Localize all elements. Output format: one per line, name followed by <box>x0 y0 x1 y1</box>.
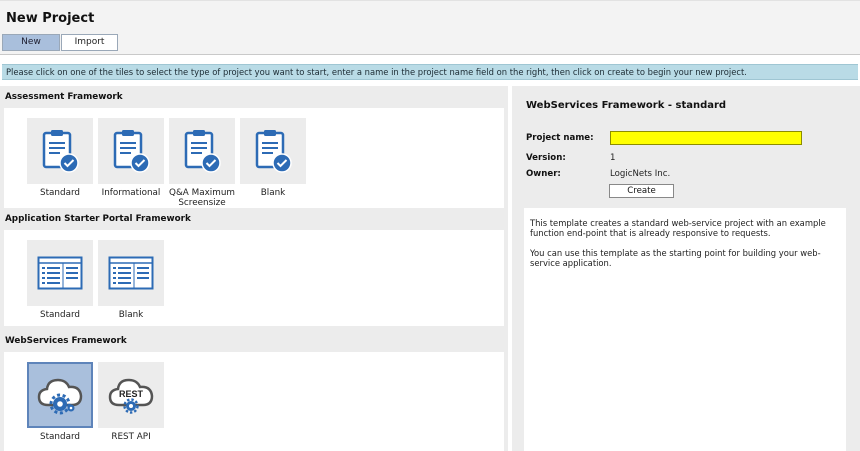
description-paragraph: You can use this template as the startin… <box>530 248 821 268</box>
section-webservices: Standard REST REST API <box>4 352 504 451</box>
tile-webservices-rest-api[interactable]: REST <box>98 362 164 428</box>
section-title-webservices: WebServices Framework <box>5 336 127 346</box>
clipboard-check-icon <box>42 130 79 173</box>
tile-label: Standard <box>39 310 81 320</box>
create-button[interactable]: Create <box>609 184 674 198</box>
section-title-portal: Application Starter Portal Framework <box>5 214 191 224</box>
owner-label: Owner: <box>526 169 561 179</box>
tile-assessment-informational[interactable] <box>98 118 164 184</box>
page-title: New Project <box>6 11 95 26</box>
details-panel: WebServices Framework - standard Project… <box>512 86 860 451</box>
version-value: 1 <box>610 153 616 163</box>
cloud-gear-icon <box>37 378 83 415</box>
project-name-label: Project name: <box>526 133 594 143</box>
tile-label: Blank <box>118 310 144 320</box>
clipboard-check-icon <box>184 130 221 173</box>
description-paragraph: This template creates a standard web-ser… <box>530 218 826 238</box>
section-portal: Standard Blank <box>4 230 504 326</box>
tile-label: Standard <box>39 188 81 198</box>
owner-value: LogicNets Inc. <box>610 169 671 179</box>
portal-layout-icon <box>108 256 154 290</box>
tab-new[interactable]: New <box>2 34 60 51</box>
tile-label: Q&A Maximum Screensize <box>169 188 235 208</box>
tile-assessment-qa-maximum[interactable] <box>169 118 235 184</box>
section-assessment: Standard Informational Q&A Maximum Scree… <box>4 108 504 208</box>
tile-label: REST API <box>111 432 151 442</box>
version-label: Version: <box>526 153 566 163</box>
template-description: This template creates a standard web-ser… <box>524 208 846 451</box>
template-panel: Assessment Framework Standard Informatio… <box>0 86 508 451</box>
tile-webservices-standard[interactable] <box>27 362 93 428</box>
project-name-input[interactable] <box>610 131 802 145</box>
rest-cloud-icon: REST <box>108 378 154 414</box>
section-title-assessment: Assessment Framework <box>5 92 123 102</box>
tile-assessment-blank[interactable] <box>240 118 306 184</box>
details-title: WebServices Framework - standard <box>526 100 727 111</box>
tile-assessment-standard[interactable] <box>27 118 93 184</box>
clipboard-check-icon <box>113 130 150 173</box>
clipboard-check-icon <box>255 130 292 173</box>
tile-portal-blank[interactable] <box>98 240 164 306</box>
tile-label: Standard <box>39 432 81 442</box>
instruction-banner: Please click on one of the tiles to sele… <box>2 64 858 80</box>
tile-label: Blank <box>260 188 286 198</box>
tab-import[interactable]: Import <box>61 34 118 51</box>
rest-icon-text: REST <box>119 389 144 399</box>
portal-layout-icon <box>37 256 83 290</box>
tab-bar: New Import <box>0 34 860 55</box>
tile-label: Informational <box>101 188 161 198</box>
header-bar: New Project <box>0 0 860 34</box>
tile-portal-standard[interactable] <box>27 240 93 306</box>
